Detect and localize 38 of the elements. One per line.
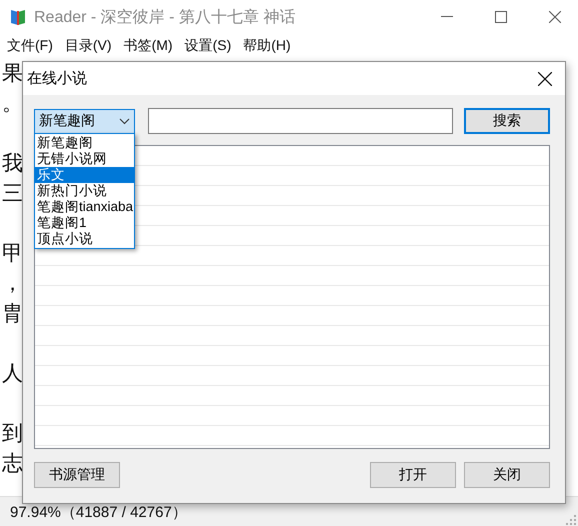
reader-text: 三 xyxy=(2,180,23,207)
close-dialog-button[interactable]: 关闭 xyxy=(464,462,550,488)
menu-item[interactable]: 书签(M) xyxy=(118,37,178,55)
window-title: Reader - 深空彼岸 - 第八十七章 神话 xyxy=(34,8,296,28)
menu-item[interactable]: 目录(V) xyxy=(60,37,117,55)
status-text: 97.94%（41887 / 42767） xyxy=(10,502,187,522)
close-icon xyxy=(538,72,552,86)
dropdown-option[interactable]: 新热门小说 xyxy=(35,183,134,199)
menu-item[interactable]: 文件(F) xyxy=(2,37,58,55)
menu-item[interactable]: 设置(S) xyxy=(180,37,236,55)
dropdown-option[interactable]: 顶点小说 xyxy=(35,231,134,247)
reader-text: 甲 xyxy=(2,240,23,267)
resize-grip-icon[interactable] xyxy=(566,515,576,525)
dropdown-option[interactable]: 笔趣阁tianxiaba xyxy=(35,199,134,215)
search-field[interactable] xyxy=(148,108,453,134)
dialog-title: 在线小说 xyxy=(27,69,87,88)
reader-text: ， xyxy=(2,270,23,297)
dropdown-option[interactable]: 新笔趣阁 xyxy=(35,135,134,151)
reader-text: 果 xyxy=(2,60,23,87)
dropdown-option[interactable]: 无错小说网 xyxy=(35,151,134,167)
reader-text: 我 xyxy=(2,150,23,177)
source-dropdown[interactable]: 新笔趣阁 xyxy=(34,108,135,134)
book-icon xyxy=(8,7,28,27)
reader-text: 。 xyxy=(2,90,23,117)
minimize-icon xyxy=(441,16,453,18)
maximize-icon xyxy=(495,11,507,23)
reader-text: 胄 xyxy=(2,300,23,327)
reader-text: 志 xyxy=(2,450,23,477)
caret-icon xyxy=(119,118,130,124)
manage-sources-button[interactable]: 书源管理 xyxy=(34,462,120,488)
open-button[interactable]: 打开 xyxy=(370,462,456,488)
search-button[interactable]: 搜索 xyxy=(464,108,550,134)
menu-item[interactable]: 帮助(H) xyxy=(238,37,296,55)
reader-text: 人 xyxy=(2,360,23,387)
close-icon xyxy=(549,11,561,23)
reader-text: 到 xyxy=(2,420,23,447)
dropdown-option[interactable]: 乐文 xyxy=(35,167,134,183)
dropdown-option[interactable]: 笔趣阁1 xyxy=(35,215,134,231)
